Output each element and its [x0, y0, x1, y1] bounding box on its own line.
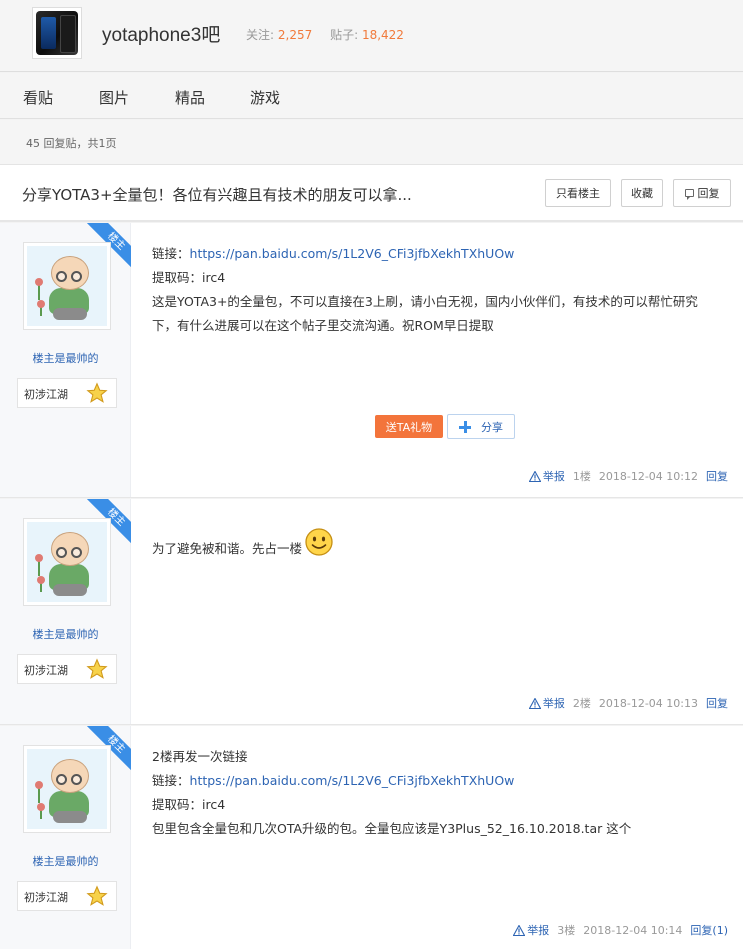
avatar[interactable] [23, 518, 111, 606]
star-icon [86, 658, 108, 679]
author-username[interactable]: 楼主是最帅的 [0, 853, 131, 869]
avatar-image [27, 749, 107, 829]
author-username[interactable]: 楼主是最帅的 [0, 350, 131, 366]
avatar-image [27, 522, 107, 602]
post-author-sidebar: 楼主 楼主是最帅的 初涉江湖 [0, 223, 131, 497]
post-author-sidebar: 楼主 楼主是最帅的 初涉江湖 [0, 726, 131, 949]
post-reply-link[interactable]: 回复 [706, 695, 728, 711]
send-gift-button[interactable]: 送TA礼物 [375, 415, 443, 438]
avatar[interactable] [23, 745, 111, 833]
floor-number: 2楼 [572, 697, 591, 710]
tab-images[interactable]: 图片 [99, 87, 129, 108]
post-content: 2楼再发一次链接 链接：https://pan.baidu.com/s/1L2V… [152, 745, 722, 841]
link-line: 链接：https://pan.baidu.com/s/1L2V6_CFi3jfb… [152, 246, 515, 261]
intro-line: 2楼再发一次链接 [152, 749, 248, 764]
level-text: 初涉江湖 [24, 664, 68, 677]
star-icon [86, 382, 108, 403]
report-label: 举报 [542, 697, 565, 710]
forum-logo[interactable] [32, 7, 82, 59]
follow-count: 2,257 [277, 28, 313, 42]
report-label: 举报 [527, 924, 550, 937]
post-floor-3: 楼主 楼主是最帅的 初涉江湖 2楼再发一次链接 链接：https://pan.b… [0, 726, 743, 949]
link-line: 链接：https://pan.baidu.com/s/1L2V6_CFi3jfb… [152, 773, 515, 788]
post-footer: 举报 1楼 2018-12-04 10:12 回复 [528, 468, 728, 484]
extract-code-line: 提取码：irc4 [152, 797, 226, 812]
floor-number: 3楼 [557, 924, 576, 937]
avatar[interactable] [23, 242, 111, 330]
avatar-image [27, 246, 107, 326]
share-button[interactable]: 分享 [447, 414, 515, 439]
post-content: 为了避免被和谐。先占一楼 [152, 527, 722, 561]
report-link[interactable]: 举报 [528, 695, 565, 711]
report-label: 举报 [542, 470, 565, 483]
share-label: 分享 [481, 420, 503, 434]
floor-number: 1楼 [572, 470, 591, 483]
post-time: 2018-12-04 10:13 [598, 696, 698, 710]
follow-label: 关注: [246, 28, 275, 42]
forum-header: yotaphone3吧 关注: 2,257 贴子: 18,422 [0, 0, 743, 72]
reply-button[interactable]: 回复 [673, 179, 731, 207]
posts-count: 18,422 [361, 28, 404, 42]
author-username[interactable]: 楼主是最帅的 [0, 626, 131, 642]
reply-button-label: 回复 [697, 187, 720, 200]
reply-icon [684, 189, 694, 200]
warning-icon [528, 697, 541, 709]
level-badge: 初涉江湖 [17, 378, 117, 408]
thread-title-bar: 分享YOTA3+全量包！各位有兴趣且有技术的朋友可以拿... 只看楼主 收藏 回… [0, 165, 743, 222]
post-floor-2: 楼主 楼主是最帅的 初涉江湖 为了避免被和谐。先占一楼 举报 2楼 2018-1… [0, 499, 743, 725]
favorite-button[interactable]: 收藏 [621, 179, 663, 207]
forum-stats: 关注: 2,257 贴子: 18,422 [246, 26, 418, 43]
smiley-icon [305, 528, 333, 556]
extract-code-line: 提取码：irc4 [152, 270, 226, 285]
reply-count-bar: 45 回复贴，共1页 [0, 120, 743, 165]
level-text: 初涉江湖 [24, 891, 68, 904]
post-reply-link[interactable]: 回复(1) [690, 922, 728, 938]
post-floor-1: 楼主 楼主是最帅的 初涉江湖 链接：https://pan.baidu.com/… [0, 223, 743, 498]
level-badge: 初涉江湖 [17, 881, 117, 911]
level-text: 初涉江湖 [24, 388, 68, 401]
report-link[interactable]: 举报 [513, 922, 549, 938]
plus-icon [459, 420, 471, 433]
post-footer: 举报 3楼 2018-12-04 10:14 回复(1) [513, 922, 728, 938]
post-footer: 举报 2楼 2018-12-04 10:13 回复 [528, 695, 728, 711]
post-body: 为了避免被和谐。先占一楼 [152, 541, 303, 556]
post-time: 2018-12-04 10:12 [598, 469, 698, 483]
post-content: 链接：https://pan.baidu.com/s/1L2V6_CFi3jfb… [152, 242, 722, 338]
only-op-button[interactable]: 只看楼主 [545, 179, 611, 207]
warning-icon [513, 924, 526, 936]
warning-icon [528, 470, 541, 482]
nav-tabs: 看贴 图片 精品 游戏 [0, 73, 743, 119]
download-link[interactable]: https://pan.baidu.com/s/1L2V6_CFi3jfbXek… [190, 773, 515, 788]
thread-title: 分享YOTA3+全量包！各位有兴趣且有技术的朋友可以拿... [22, 186, 412, 204]
tab-games[interactable]: 游戏 [250, 87, 280, 108]
post-time: 2018-12-04 10:14 [583, 923, 683, 937]
posts-label: 贴子: [330, 28, 359, 42]
forum-name[interactable]: yotaphone3吧 [102, 20, 220, 47]
post-body: 这是YOTA3+的全量包，不可以直接在3上刷，请小白无视，国内小伙伴们，有技术的… [152, 294, 698, 333]
phone-logo-icon [36, 11, 78, 55]
report-link[interactable]: 举报 [528, 468, 565, 484]
level-badge: 初涉江湖 [17, 654, 117, 684]
post-body: 包里包含全量包和几次OTA升级的包。全量包应该是Y3Plus_52_16.10.… [152, 821, 632, 836]
download-link[interactable]: https://pan.baidu.com/s/1L2V6_CFi3jfbXek… [190, 246, 515, 261]
post-author-sidebar: 楼主 楼主是最帅的 初涉江湖 [0, 499, 131, 724]
reply-count-text: 45 回复贴，共1页 [26, 137, 117, 150]
tab-featured[interactable]: 精品 [175, 87, 205, 108]
star-icon [86, 885, 108, 906]
tab-posts[interactable]: 看贴 [23, 87, 53, 108]
post-reply-link[interactable]: 回复 [706, 468, 728, 484]
